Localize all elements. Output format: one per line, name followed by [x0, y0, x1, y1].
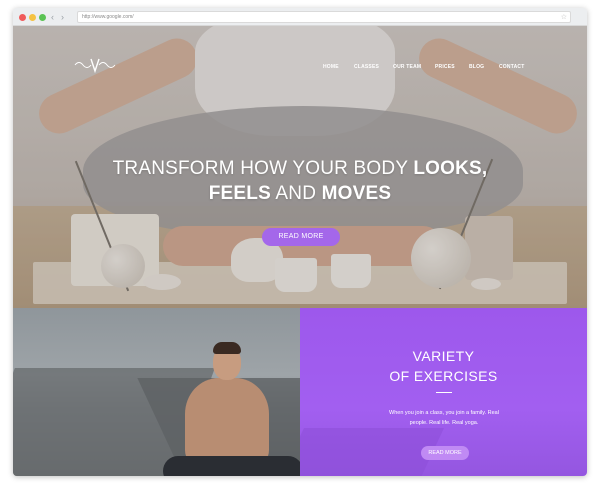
- photo-man-legs: [163, 456, 300, 476]
- feature-read-more-button[interactable]: READ MORE: [421, 446, 469, 460]
- hero-title: TRANSFORM HOW YOUR BODY LOOKS, FEELS AND…: [13, 156, 587, 206]
- nav-our-team[interactable]: OUR TEAM: [393, 64, 421, 70]
- address-bar[interactable]: http://www.google.com/ ☆: [77, 11, 571, 23]
- meditation-photo: [13, 308, 300, 476]
- feature-text: When you join a class, you join a family…: [389, 410, 499, 426]
- chevron-right-icon[interactable]: ›: [61, 11, 64, 23]
- hero-title-line2-bold-b: MOVES: [321, 183, 392, 204]
- photo-man-hair: [213, 342, 241, 354]
- logo[interactable]: [73, 56, 117, 74]
- browser-window: ‹ › http://www.google.com/ ☆ HOME CLASSE…: [13, 8, 587, 476]
- hero-title-line1: TRANSFORM HOW YOUR BODY: [112, 158, 408, 179]
- hero-read-more-button[interactable]: READ MORE: [262, 228, 340, 246]
- feature-panel: VARIETY OF EXERCISES When you join a cla…: [300, 308, 587, 476]
- hero-title-line2: AND: [275, 183, 317, 204]
- nav-home[interactable]: HOME: [323, 64, 339, 70]
- nav-blog[interactable]: BLOG: [469, 64, 484, 70]
- hero-section: HOME CLASSES OUR TEAM PRICES BLOG CONTAC…: [13, 26, 587, 308]
- close-window-icon[interactable]: [19, 14, 26, 21]
- feature-title-line2: OF EXERCISES: [389, 368, 498, 384]
- feature-title: VARIETY OF EXERCISES: [300, 346, 587, 386]
- maximize-window-icon[interactable]: [39, 14, 46, 21]
- minimize-window-icon[interactable]: [29, 14, 36, 21]
- nav-prices[interactable]: PRICES: [435, 64, 455, 70]
- nav-classes[interactable]: CLASSES: [354, 64, 379, 70]
- address-bar-text: http://www.google.com/: [82, 14, 134, 20]
- browser-toolbar: ‹ › http://www.google.com/ ☆: [13, 8, 587, 26]
- feature-title-line1: VARIETY: [412, 348, 475, 364]
- hero-title-line2-bold-a: FEELS: [208, 183, 271, 204]
- bookmark-icon[interactable]: ☆: [561, 12, 567, 23]
- chevron-left-icon[interactable]: ‹: [51, 11, 54, 23]
- hero-title-line1-bold: LOOKS,: [413, 158, 488, 179]
- nav-contact[interactable]: CONTACT: [499, 64, 524, 70]
- photo-man-torso: [185, 378, 269, 468]
- feature-divider: [436, 392, 452, 393]
